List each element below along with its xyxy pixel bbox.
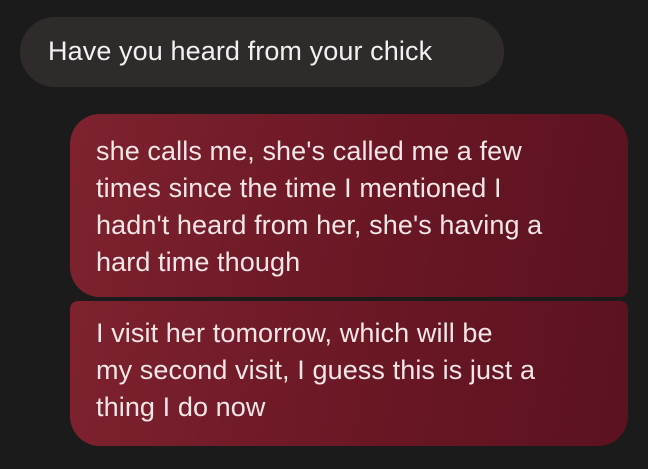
outgoing-message-bubble[interactable]: she calls me, she's called me a few time… bbox=[70, 114, 628, 297]
incoming-message-bubble[interactable]: Have you heard from your chick bbox=[20, 17, 504, 87]
message-text-line: times since the time I mentioned I bbox=[96, 173, 502, 203]
message-text-line: hard time though bbox=[96, 247, 301, 277]
message-text-line: Have you heard from your chick bbox=[48, 36, 433, 66]
message-thread: Have you heard from your chick she calls… bbox=[0, 0, 648, 469]
message-text-line: she calls me, she's called me a few bbox=[96, 136, 522, 166]
outgoing-message-bubble[interactable]: I visit her tomorrow, which will be my s… bbox=[70, 301, 628, 446]
message-text-line: hadn't heard from her, she's having a bbox=[96, 210, 543, 240]
message-text-line: thing I do now bbox=[96, 392, 266, 422]
message-text-line: I visit her tomorrow, which will be bbox=[96, 318, 493, 348]
message-text-line: my second visit, I guess this is just a bbox=[96, 355, 536, 385]
